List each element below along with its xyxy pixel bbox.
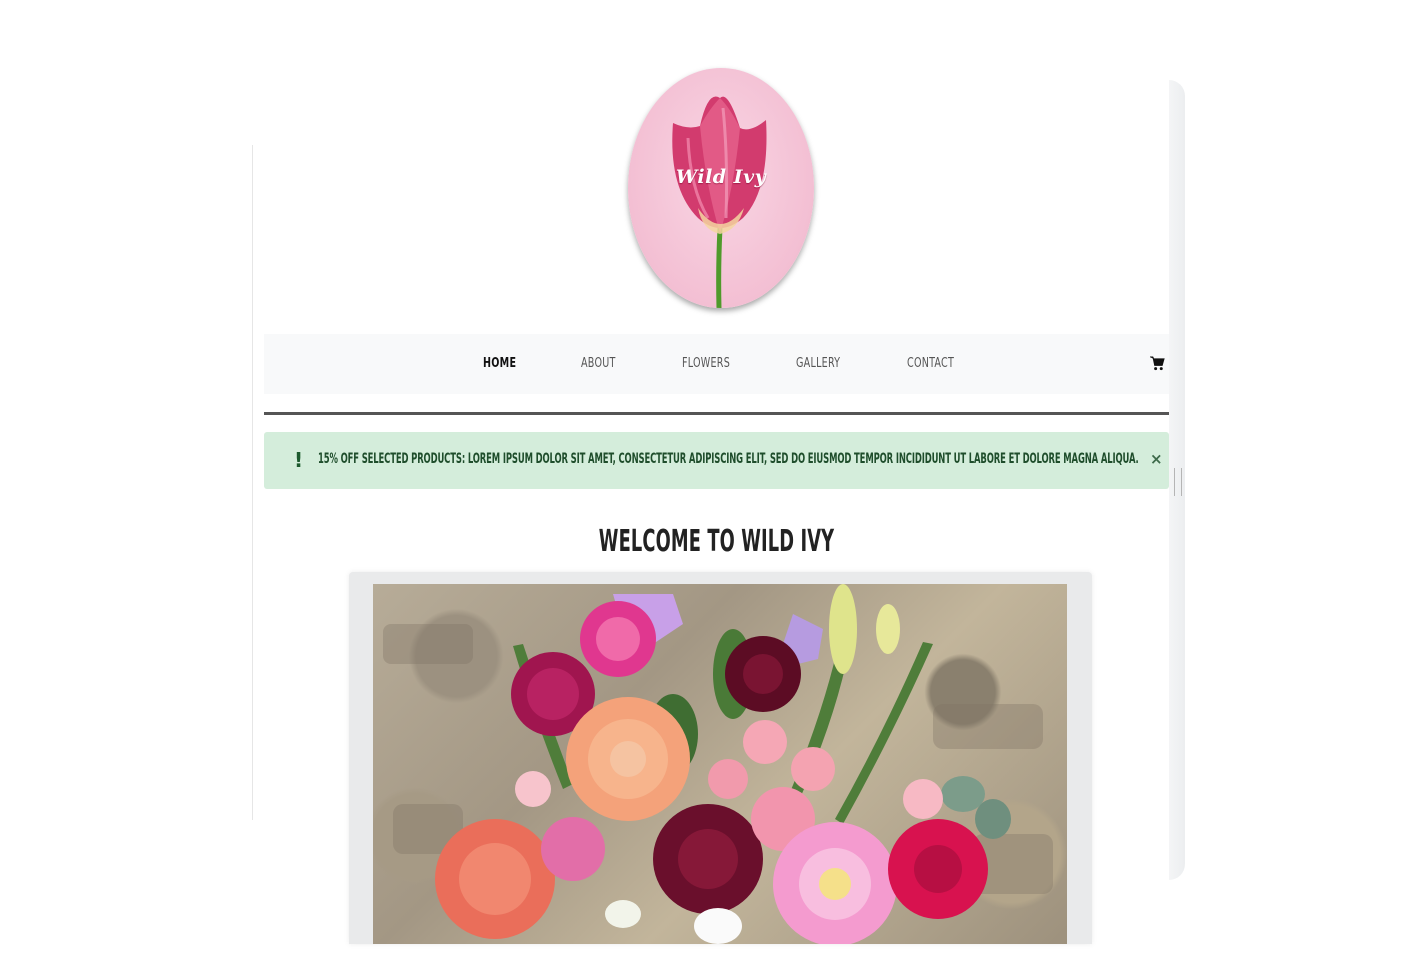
nav-item-about[interactable]: ABOUT bbox=[581, 356, 616, 371]
scrollbar-grip[interactable] bbox=[1174, 468, 1182, 496]
nav-divider bbox=[264, 412, 1169, 415]
shopping-cart-icon[interactable] bbox=[1150, 356, 1165, 371]
hero-flower-image bbox=[373, 584, 1067, 944]
brand-logo[interactable]: Wild Ivy bbox=[628, 68, 814, 308]
flower-bouquet-illustration bbox=[383, 584, 1053, 944]
nav-item-flowers[interactable]: FLOWERS bbox=[682, 356, 730, 371]
hero-image-container bbox=[349, 572, 1092, 944]
nav-item-gallery[interactable]: GALLERY bbox=[796, 356, 840, 371]
nav-item-contact[interactable]: CONTACT bbox=[907, 356, 954, 371]
logo-text: Wild Ivy bbox=[675, 166, 767, 188]
promo-alert: ! 15% OFF SELECTED PRODUCTS: LOREM IPSUM… bbox=[264, 432, 1169, 489]
tulip-icon bbox=[672, 96, 767, 308]
nav-item-home[interactable]: HOME bbox=[483, 356, 516, 371]
alert-close-button[interactable]: × bbox=[1150, 450, 1163, 468]
page-heading: WELCOME TO WILD IVY bbox=[598, 524, 835, 559]
alert-message: 15% OFF SELECTED PRODUCTS: LOREM IPSUM D… bbox=[318, 451, 1139, 467]
exclamation-icon: ! bbox=[294, 448, 304, 472]
main-navbar: HOME ABOUT FLOWERS GALLERY CONTACT bbox=[264, 334, 1169, 394]
frame-edge bbox=[252, 145, 253, 820]
